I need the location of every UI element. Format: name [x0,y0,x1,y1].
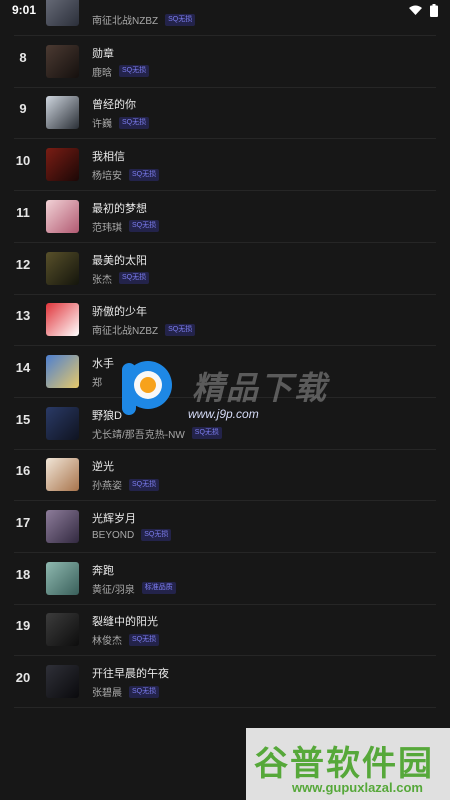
status-icons [409,3,438,17]
song-row[interactable]: 10 我相信杨培安 SQ无损 [0,139,450,192]
song-meta: 鹿晗 SQ无损 [92,64,150,79]
album-cover[interactable] [46,613,79,647]
song-title: 奔跑 [92,564,114,577]
artist-name: 张杰 [92,274,112,286]
song-title: 最初的梦想 [92,202,147,215]
rank-number: 19 [15,618,31,634]
song-title: 最美的太阳 [92,254,147,267]
quality-badge: SQ无损 [129,478,160,491]
song-meta: 孙燕姿 SQ无损 [92,477,160,493]
artist-name: 南征北战NZBZ [92,326,159,338]
rank-number: 8 [19,49,27,65]
song-row[interactable]: 18 奔跑黄征/羽泉 标准品质 [0,553,450,605]
song-meta: 林俊杰 SQ无损 [92,632,160,648]
album-cover[interactable] [46,199,79,233]
rank-number: 18 [15,566,31,582]
quality-badge: SQ无损 [129,168,160,181]
song-meta: 黄征/羽泉 标准品质 [92,581,176,596]
song-row[interactable]: 12 最美的太阳张杰 SQ无损 [0,243,450,295]
song-meta: BEYOND SQ无损 [92,529,172,541]
artist-name: 郑 [92,377,102,389]
album-cover[interactable] [46,303,79,337]
rank-number: 12 [15,256,31,272]
artist-name: 许巍 [92,119,112,131]
album-cover[interactable] [46,354,79,388]
artist-name: 孙燕姿 [92,481,122,493]
rank-number: 16 [15,463,31,479]
song-row[interactable]: 17 光辉岁月 BEYOND SQ无损 [0,501,450,553]
song-row[interactable]: 20 开往早晨的午夜 张碧晨 SQ无损 [0,656,450,709]
quality-badge: SQ无损 [129,633,160,646]
song-meta: 张杰 SQ无损 [92,271,150,286]
song-title: 裂缝中的阳光 [92,616,158,629]
quality-badge: 标准品质 [141,582,176,595]
artist-name: 张碧晨 [92,688,122,700]
status-bar: 9:01 [0,0,450,20]
quality-badge: SQ无损 [165,323,196,336]
row-divider [14,707,436,709]
quality-badge: SQ无损 [141,529,172,541]
watermark-bottom-url: www.gupuxlazal.com [292,780,423,795]
song-title: 开往早晨的午夜 [92,668,169,681]
song-meta: 范玮琪 SQ无损 [92,219,160,234]
artist-name: BEYOND [92,529,135,541]
song-row[interactable]: 19 裂缝中的阳光 林俊杰 SQ无损 [0,604,450,657]
song-meta: 郑 [92,374,102,389]
watermark-title: 精品下载 [192,370,329,406]
artist-name: 鹿晗 [92,67,112,79]
album-cover[interactable] [46,561,79,595]
rank-number: 10 [15,153,31,169]
song-meta: 南征北战NZBZ SQ无损 [92,322,196,338]
watermark-j9p: 精品下载 www.j9p.com [118,355,358,435]
rank-number: 14 [15,359,31,375]
album-cover[interactable] [46,44,79,78]
wifi-icon [409,5,422,15]
song-title: 曾经的你 [92,99,136,112]
watermark-bottom-title: 谷普软件园 [254,745,434,783]
song-meta: 张碧晨 SQ无损 [92,684,160,700]
rank-number: 9 [19,101,27,117]
rank-number: 15 [15,411,31,427]
song-row[interactable]: 9 曾经的你许巍 SQ无损 [0,87,450,140]
song-row[interactable]: 16 逆光孙燕姿 SQ无损 [0,449,450,502]
artist-name: 范玮琪 [92,222,122,234]
watermark-gupu: 谷普软件园 www.gupuxlazal.com [246,728,450,800]
song-title: 骄傲的少年 [92,306,147,319]
rank-number: 20 [15,670,31,686]
album-cover[interactable] [46,148,79,182]
battery-icon [430,3,438,17]
quality-badge: SQ无损 [119,272,150,284]
album-cover[interactable] [46,458,79,492]
quality-badge: SQ无损 [119,116,150,129]
song-meta: 许巍 SQ无损 [92,115,150,131]
album-cover[interactable] [46,665,79,699]
status-time: 9:01 [12,3,37,17]
artist-name: 林俊杰 [92,636,122,648]
j9p-logo-icon [122,361,172,415]
quality-badge: SQ无损 [119,65,150,78]
album-cover[interactable] [46,510,79,543]
song-title: 我相信 [92,151,125,164]
watermark-url: www.j9p.com [188,407,259,421]
song-row[interactable]: 11 最初的梦想范玮琪 SQ无损 [0,191,450,243]
rank-number: 11 [16,204,30,220]
album-cover[interactable] [46,251,79,285]
song-title: 水手 [92,357,114,370]
album-cover[interactable] [46,96,79,130]
quality-badge: SQ无损 [129,220,160,233]
quality-badge: SQ无损 [129,685,160,698]
album-cover[interactable] [46,406,79,440]
artist-name: 杨培安 [92,171,122,183]
song-row[interactable]: 13 骄傲的少年南征北战NZBZ SQ无损 [0,294,450,347]
song-title: 勋章 [92,47,114,60]
rank-number: 17 [15,515,31,530]
rank-number: 13 [15,308,31,324]
song-row[interactable]: 8 勋章鹿晗 SQ无损 [0,36,450,88]
artist-name: 黄征/羽泉 [92,584,135,596]
song-title: 光辉岁月 [92,513,136,525]
song-title: 逆光 [92,461,114,474]
song-meta: 杨培安 SQ无损 [92,167,160,183]
